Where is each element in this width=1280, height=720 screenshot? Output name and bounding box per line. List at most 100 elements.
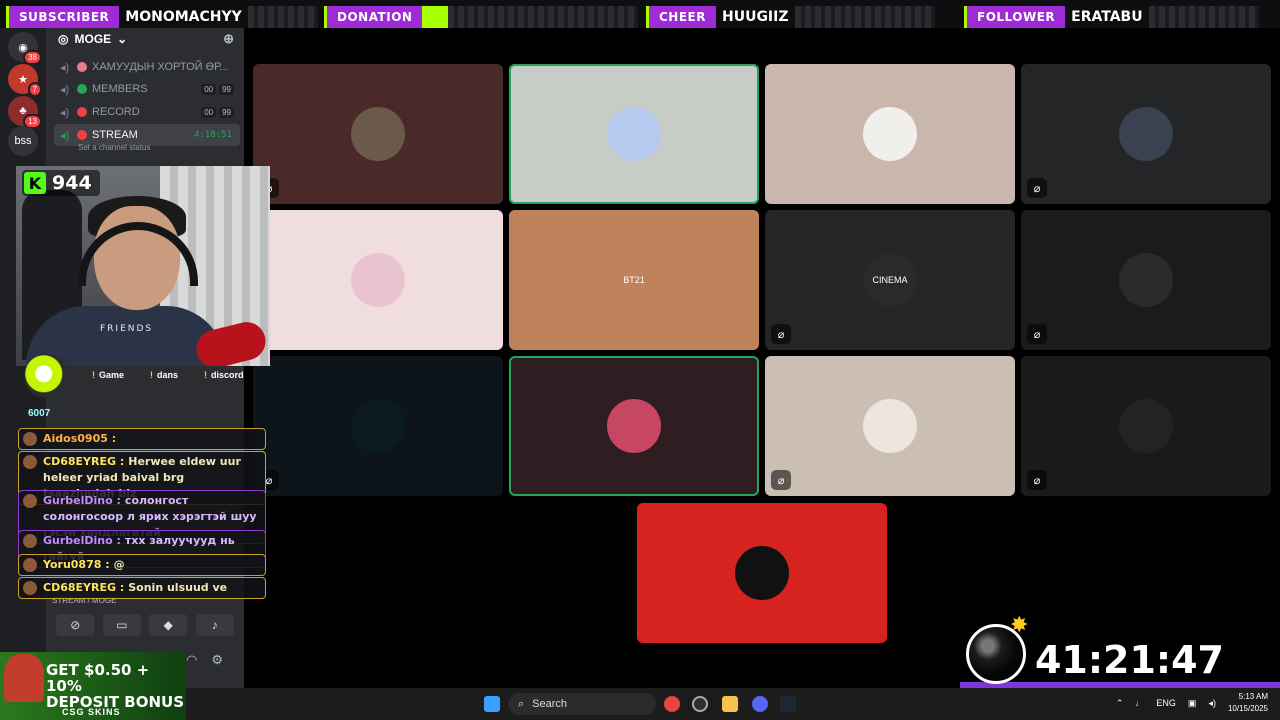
discord-icon[interactable] — [752, 696, 768, 712]
muted-mic-icon: ⌀ — [771, 470, 791, 490]
search-icon: ⌕ — [518, 697, 525, 710]
kick-logo-icon: K — [24, 172, 46, 194]
alert-tag: SUBSCRIBER — [6, 6, 120, 28]
participant-tile[interactable] — [509, 64, 759, 204]
viewer-count: 944 — [52, 172, 92, 194]
screen-share-icon[interactable]: ▭ — [102, 614, 141, 636]
participant-tile[interactable]: ⌀ — [253, 356, 503, 496]
avatar — [23, 534, 37, 548]
sponsor-ad: GET $0.50 + 10% DEPOSIT BONUS CSG SKINS — [0, 652, 186, 720]
chevron-up-icon[interactable]: ⌃ — [1116, 698, 1124, 709]
avatar — [351, 107, 405, 161]
voice-channel[interactable]: ◂) RECORD 00 99 — [54, 101, 240, 123]
participant-tile[interactable]: BT21 — [509, 210, 759, 350]
notification-badge: 38 — [23, 50, 42, 65]
browser-icon[interactable] — [692, 696, 708, 712]
taskbar-clock[interactable]: 5:13 AM 10/15/2025 — [1228, 691, 1268, 715]
voice-controls: ⊘ ▭ ◆ ♪ — [46, 614, 244, 636]
search-label: Search — [532, 698, 568, 710]
user-limit: 00 99 — [201, 83, 234, 95]
avatar — [1119, 253, 1173, 307]
speaker-icon: ◂) — [60, 61, 70, 74]
channel-label: RECORD — [92, 106, 140, 118]
server-icon-bss[interactable]: bss — [8, 126, 38, 156]
participant-tile[interactable] — [509, 356, 759, 496]
participant-tile[interactable]: ⌀ — [253, 64, 503, 204]
avatar — [23, 558, 37, 572]
alert-stripe — [794, 6, 935, 28]
muted-mic-icon: ⌀ — [1027, 470, 1047, 490]
avatar — [23, 432, 37, 446]
microphone-icon[interactable]: ♩ — [1135, 698, 1144, 708]
command-dans: dans — [150, 370, 178, 380]
chat-commands: Game dans discord — [92, 370, 244, 380]
voice-channel[interactable]: ◂) ХАМУУДЫН ХОРТОЙ ӨР... — [54, 56, 240, 78]
alert-name: HUUGIIZ — [721, 9, 789, 25]
channel-status-hint[interactable]: Set a channel status — [78, 143, 151, 152]
server-name: MOGE — [74, 32, 112, 46]
shirt-text: FRIENDS — [100, 324, 154, 334]
eyeball-mascot-icon — [24, 354, 68, 398]
alert-tag: FOLLOWER — [964, 6, 1066, 28]
server-header[interactable]: ◎ MOGE ⌄ ⊕ — [46, 28, 244, 50]
alert-name: MONOMACHYY — [125, 9, 242, 25]
server-icon-1[interactable]: ★ 7 — [8, 64, 42, 97]
user-controls: ◠ ⚙ — [186, 652, 223, 668]
gear-icon[interactable]: ⚙ — [211, 652, 223, 668]
discord-home-icon[interactable]: ◉ 38 — [8, 32, 42, 65]
server-icon-2[interactable]: ♣ 13 — [8, 96, 42, 129]
alert-tag: CHEER — [646, 6, 716, 28]
ad-headline: GET $0.50 + 10% DEPOSIT BONUS — [46, 661, 185, 711]
headphones-icon[interactable]: ◠ — [186, 652, 197, 668]
channel-emoji-icon — [77, 62, 87, 72]
file-explorer-icon[interactable] — [722, 696, 738, 712]
participant-tile[interactable] — [637, 503, 887, 643]
alert-stripe — [448, 6, 639, 28]
participant-tile[interactable] — [253, 210, 503, 350]
follower-alert: FOLLOWER ERATABU — [964, 6, 1259, 28]
avatar — [863, 399, 917, 453]
avatar: CINEMA — [863, 253, 917, 307]
channel-label: STREAM — [92, 129, 138, 141]
camera-off-icon[interactable]: ⊘ — [56, 614, 95, 636]
network-icon[interactable]: ▣ — [1188, 698, 1197, 709]
language-indicator[interactable]: ENG — [1156, 698, 1176, 708]
chat-text: Sonin ulsuud ve — [128, 581, 228, 594]
streamer-webcam: FRIENDS — [16, 166, 270, 366]
participant-tile[interactable]: ⌀ — [765, 356, 1015, 496]
activity-icon[interactable]: ◆ — [149, 614, 188, 636]
avatar — [607, 399, 661, 453]
notification-badge: 7 — [27, 82, 42, 97]
volume-icon[interactable]: ◂) — [1208, 698, 1216, 709]
chat-user: GurbelDino : — [43, 494, 121, 507]
windows-start-icon[interactable] — [484, 696, 500, 712]
channel-timer: 4:18:51 — [194, 130, 232, 140]
participant-tile[interactable] — [765, 64, 1015, 204]
avatar — [23, 455, 37, 469]
alert-name: ERATABU — [1071, 9, 1143, 25]
participant-tile[interactable]: CINEMA ⌀ — [765, 210, 1015, 350]
chat-message: CD68EYREG : Sonin ulsuud ve — [18, 577, 266, 599]
subscriber-alert: SUBSCRIBER MONOMACHYY — [6, 6, 318, 28]
add-member-icon[interactable]: ⊕ — [223, 31, 234, 47]
avatar-caption: BT21 — [623, 275, 645, 285]
user-limit: 00 99 — [201, 106, 234, 118]
channel-label: MEMBERS — [92, 83, 148, 95]
system-tray: ⌃ ♩ ENG ▣ ◂) 5:13 AM 10/15/2025 — [1116, 691, 1268, 715]
steam-icon[interactable] — [780, 696, 796, 712]
chrome-icon[interactable] — [664, 696, 680, 712]
speaker-icon: ◂) — [60, 106, 70, 119]
participant-tile[interactable]: ⌀ — [1021, 356, 1271, 496]
participant-tile[interactable]: ⌀ — [1021, 64, 1271, 204]
muted-mic-icon: ⌀ — [1027, 178, 1047, 198]
voice-channel[interactable]: ◂) MEMBERS 00 99 — [54, 78, 240, 100]
soundboard-icon[interactable]: ♪ — [195, 614, 234, 636]
donation-alert: DONATION — [324, 6, 639, 28]
participant-tile[interactable]: ⌀ — [1021, 210, 1271, 350]
avatar: BT21 — [607, 253, 661, 307]
heart-icon — [77, 84, 87, 94]
taskbar-search[interactable]: ⌕ Search — [508, 693, 656, 715]
command-discord: discord — [204, 370, 244, 380]
chat-user: GurbelDino : — [43, 534, 121, 547]
avatar — [1119, 399, 1173, 453]
